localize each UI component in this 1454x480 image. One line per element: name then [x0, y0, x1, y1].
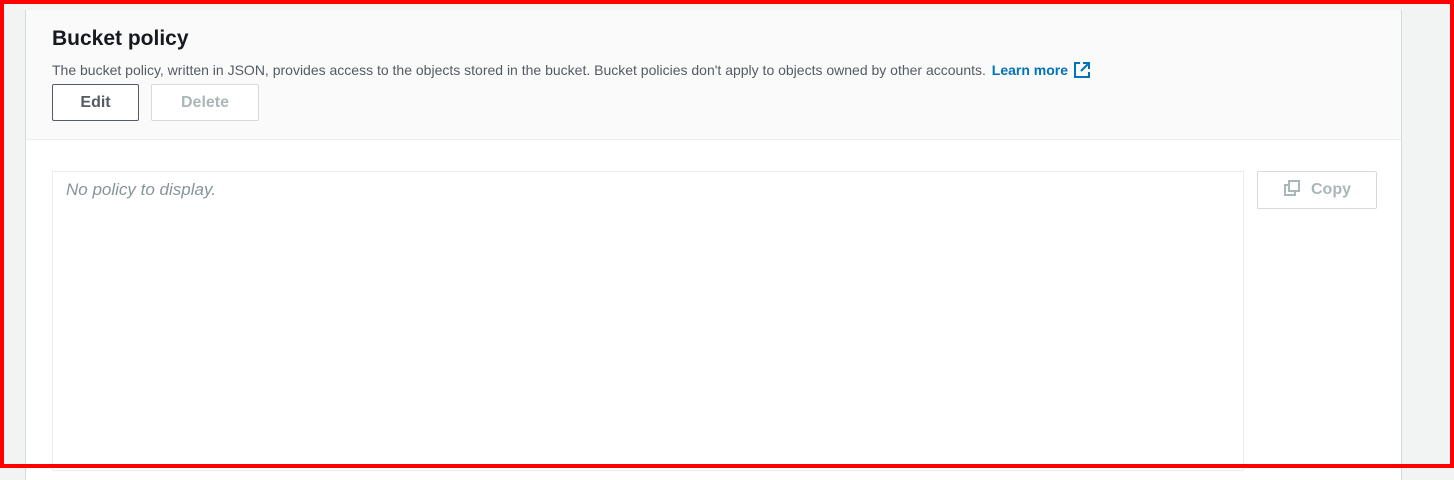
copy-button[interactable]: Copy [1257, 171, 1377, 209]
description-text: The bucket policy, written in JSON, prov… [52, 62, 986, 78]
empty-policy-text: No policy to display. [66, 180, 216, 199]
copy-icon [1283, 179, 1301, 202]
section-description: The bucket policy, written in JSON, prov… [52, 61, 1091, 83]
delete-button[interactable]: Delete [151, 84, 259, 121]
external-link-icon [1073, 61, 1091, 83]
learn-more-label: Learn more [991, 62, 1069, 78]
edit-button[interactable]: Edit [52, 84, 139, 121]
policy-viewer: No policy to display. [52, 171, 1244, 471]
bucket-policy-header: Bucket policy The bucket policy, written… [26, 10, 1401, 140]
bucket-policy-panel: Bucket policy The bucket policy, written… [25, 10, 1402, 480]
learn-more-link[interactable]: Learn more [992, 62, 1091, 78]
copy-label: Copy [1311, 181, 1351, 198]
section-title: Bucket policy [52, 27, 189, 50]
